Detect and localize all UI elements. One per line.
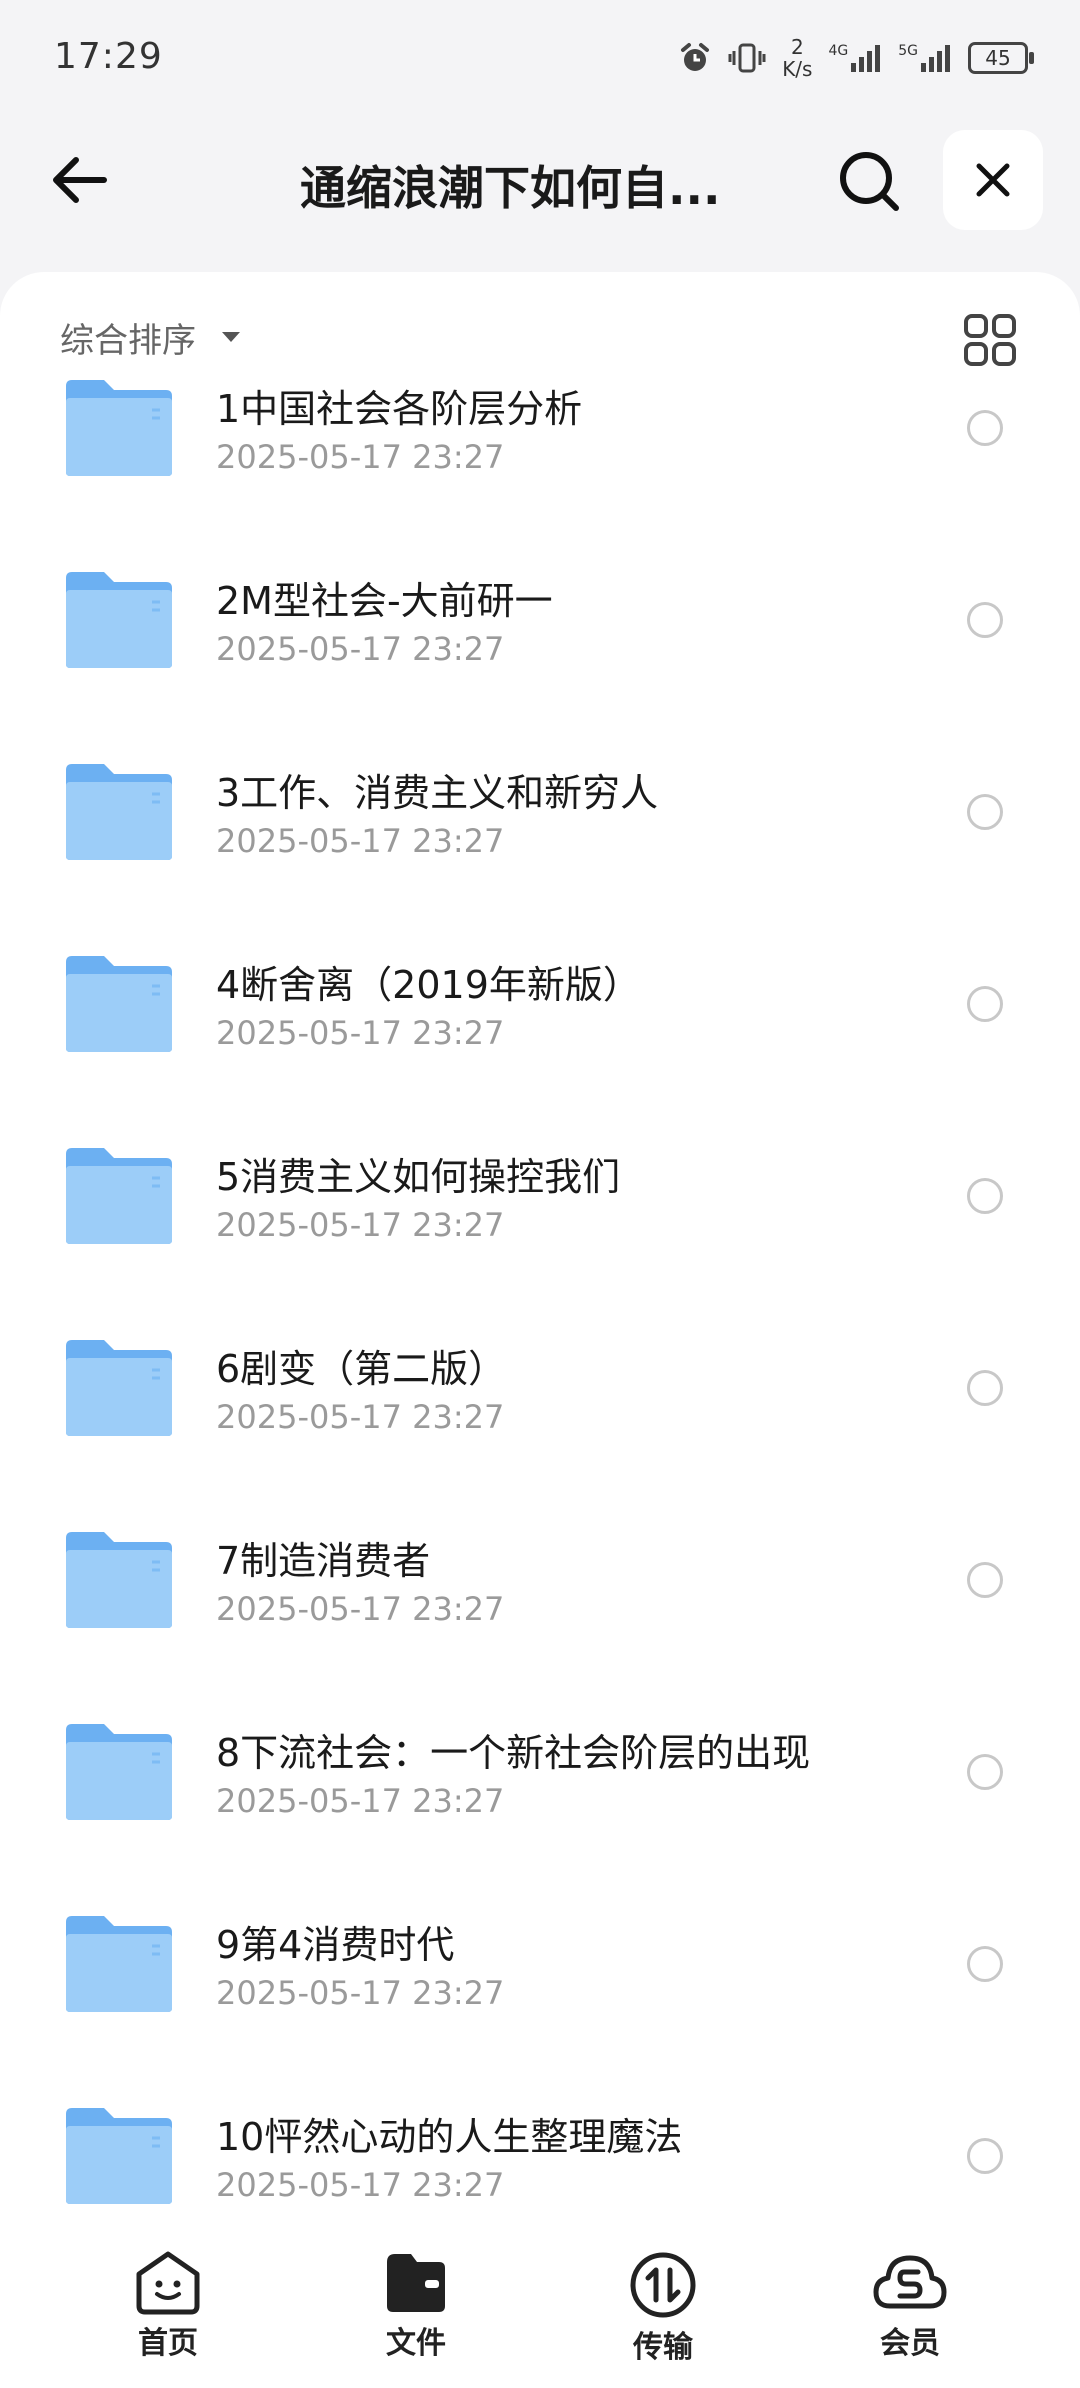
status-bar: 17:29 2 K/s 4G 5G 45 bbox=[0, 0, 1080, 110]
file-name: 9第4消费时代 bbox=[216, 1923, 455, 1967]
file-name: 1中国社会各阶层分析 bbox=[216, 387, 583, 431]
select-radio[interactable] bbox=[967, 986, 1003, 1022]
list-item[interactable]: 5消费主义如何操控我们 2025-05-17 23:27 bbox=[0, 1146, 1080, 1338]
list-item[interactable]: 9第4消费时代 2025-05-17 23:27 bbox=[0, 1914, 1080, 2106]
select-radio[interactable] bbox=[967, 1370, 1003, 1406]
nav-vip-label: 会员 bbox=[880, 2326, 940, 2361]
folder-icon bbox=[66, 1724, 172, 1820]
file-date: 2025-05-17 23:27 bbox=[216, 630, 505, 668]
signal-5g-label: 5G bbox=[898, 43, 918, 59]
list-item[interactable]: 10怦然心动的人生整理魔法 2025-05-17 23:27 bbox=[0, 2106, 1080, 2228]
file-date: 2025-05-17 23:27 bbox=[216, 822, 505, 860]
search-button[interactable] bbox=[836, 148, 902, 214]
list-item[interactable]: 6剧变（第二版） 2025-05-17 23:27 bbox=[0, 1338, 1080, 1530]
file-date: 2025-05-17 23:27 bbox=[216, 1974, 505, 2012]
folder-wallet-icon bbox=[387, 2254, 445, 2312]
folder-icon bbox=[66, 956, 172, 1052]
page-title: 通缩浪潮下如何自... bbox=[300, 161, 721, 215]
file-date: 2025-05-17 23:27 bbox=[216, 1206, 505, 1244]
bottom-navigation: 首页 文件 传输 会员 bbox=[0, 2220, 1080, 2388]
folder-icon bbox=[66, 1340, 172, 1436]
select-radio[interactable] bbox=[967, 1754, 1003, 1790]
back-arrow-icon bbox=[53, 157, 107, 203]
grid-view-toggle[interactable] bbox=[962, 312, 1018, 368]
file-date: 2025-05-17 23:27 bbox=[216, 1782, 505, 1820]
list-item[interactable]: 1中国社会各阶层分析 2025-05-17 23:27 bbox=[0, 378, 1080, 570]
select-radio[interactable] bbox=[967, 2138, 1003, 2174]
nav-transfer[interactable]: 传输 bbox=[583, 2250, 743, 2366]
folder-icon bbox=[66, 1916, 172, 2012]
back-button[interactable] bbox=[48, 148, 112, 212]
signal-5g: 5G bbox=[898, 43, 952, 73]
network-speed: 2 K/s bbox=[782, 36, 812, 80]
sort-dropdown[interactable]: 综合排序 bbox=[60, 312, 242, 362]
top-app-bar: 通缩浪潮下如何自... bbox=[0, 120, 1080, 240]
signal-4g-label: 4G bbox=[828, 43, 849, 59]
close-icon bbox=[976, 163, 1010, 197]
select-radio[interactable] bbox=[967, 1562, 1003, 1598]
select-radio[interactable] bbox=[967, 410, 1003, 446]
select-radio[interactable] bbox=[967, 1946, 1003, 1982]
close-button[interactable] bbox=[943, 130, 1043, 230]
battery-indicator: 45 bbox=[968, 42, 1034, 74]
file-name: 2M型社会-大前研一 bbox=[216, 579, 553, 623]
home-face-icon bbox=[136, 2251, 200, 2315]
search-icon bbox=[840, 152, 899, 211]
file-name: 4断舍离（2019年新版） bbox=[216, 963, 641, 1007]
list-item[interactable]: 3工作、消费主义和新穷人 2025-05-17 23:27 bbox=[0, 762, 1080, 954]
grid-view-icon bbox=[964, 314, 1016, 366]
folder-icon bbox=[66, 2108, 172, 2204]
nav-vip[interactable]: 会员 bbox=[830, 2250, 990, 2362]
file-name: 10怦然心动的人生整理魔法 bbox=[216, 2115, 683, 2159]
list-item[interactable]: 4断舍离（2019年新版） 2025-05-17 23:27 bbox=[0, 954, 1080, 1146]
list-item[interactable]: 8下流社会：一个新社会阶层的出现 2025-05-17 23:27 bbox=[0, 1722, 1080, 1914]
nav-home-label: 首页 bbox=[138, 2326, 198, 2361]
file-date: 2025-05-17 23:27 bbox=[216, 2166, 505, 2204]
file-list-sheet: 综合排序 1中国社会各阶层分析 2025-05-17 23:27 2M型社会-大… bbox=[0, 272, 1080, 2388]
file-name: 3工作、消费主义和新穷人 bbox=[216, 771, 659, 815]
nav-home[interactable]: 首页 bbox=[88, 2250, 248, 2362]
signal-bars-icon bbox=[921, 45, 950, 72]
nav-files-label: 文件 bbox=[386, 2326, 446, 2361]
vibrate-icon bbox=[728, 43, 766, 73]
folder-icon bbox=[66, 572, 172, 668]
nav-files[interactable]: 文件 bbox=[336, 2250, 496, 2362]
signal-4g: 4G bbox=[828, 43, 882, 73]
file-date: 2025-05-17 23:27 bbox=[216, 1398, 505, 1436]
net-speed-value: 2 bbox=[790, 35, 804, 59]
list-item[interactable]: 7制造消费者 2025-05-17 23:27 bbox=[0, 1530, 1080, 1722]
file-name: 8下流社会：一个新社会阶层的出现 bbox=[216, 1731, 811, 1775]
transfer-icon bbox=[630, 2252, 696, 2318]
vip-cloud-icon bbox=[873, 2255, 947, 2309]
alarm-icon bbox=[681, 43, 710, 71]
file-date: 2025-05-17 23:27 bbox=[216, 1590, 505, 1628]
file-name: 6剧变（第二版） bbox=[216, 1347, 507, 1391]
caret-down-icon bbox=[222, 332, 240, 342]
status-time: 17:29 bbox=[54, 36, 163, 77]
select-radio[interactable] bbox=[967, 1178, 1003, 1214]
file-date: 2025-05-17 23:27 bbox=[216, 438, 505, 476]
file-name: 5消费主义如何操控我们 bbox=[216, 1155, 621, 1199]
status-icons: 2 K/s 4G 5G 45 bbox=[678, 30, 1034, 86]
folder-icon bbox=[66, 1532, 172, 1628]
file-date: 2025-05-17 23:27 bbox=[216, 1014, 505, 1052]
folder-icon bbox=[66, 1148, 172, 1244]
folder-icon bbox=[66, 380, 172, 476]
select-radio[interactable] bbox=[967, 794, 1003, 830]
nav-transfer-label: 传输 bbox=[633, 2330, 693, 2365]
file-name: 7制造消费者 bbox=[216, 1539, 431, 1583]
sort-label: 综合排序 bbox=[60, 320, 196, 361]
folder-icon bbox=[66, 764, 172, 860]
net-speed-unit: K/s bbox=[782, 57, 813, 81]
file-list: 1中国社会各阶层分析 2025-05-17 23:27 2M型社会-大前研一 2… bbox=[0, 378, 1080, 2228]
select-radio[interactable] bbox=[967, 602, 1003, 638]
signal-bars-icon bbox=[851, 45, 881, 72]
list-item[interactable]: 2M型社会-大前研一 2025-05-17 23:27 bbox=[0, 570, 1080, 762]
